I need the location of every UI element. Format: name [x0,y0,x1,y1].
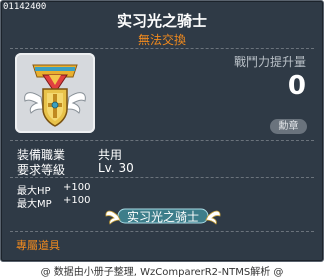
item-name: 实习光之骑士 [116,12,207,30]
requirement-label: 装備職業 [17,148,66,162]
credit-footer: @ 数据由小册子整理, WzComparerR2-NTMS解析 @ [40,267,284,278]
medal-tag-text: 实习光之骑士 [126,210,199,224]
divider [10,140,314,141]
stat-value: +100 [63,182,91,193]
stat-value: +100 [63,195,91,206]
requirement-label: 要求等級 [17,163,66,177]
trade-restriction: 無法交換 [137,33,186,47]
divider [10,231,314,232]
exclusive-item-label: 專屬道具 [16,239,60,252]
combat-power-value: 0 [287,71,306,101]
requirement-row: 要求等級 Lv. 30 [17,161,134,178]
stat-label: 最大MP [17,199,52,210]
medal-name-tag: 实习光之骑士 [104,206,222,226]
combat-power-label: 戰鬥力提升量 [233,55,306,69]
divider [10,177,314,178]
divider [10,48,314,49]
stat-row: 最大MP +100 [17,195,90,210]
requirement-value: Lv. 30 [98,161,134,175]
item-tooltip: 01142400 实习光之骑士 無法交換 戰鬥力提升量 0 勳章 装備職業 共用… [0,0,324,262]
knight-medal-icon [24,64,86,127]
medal-button[interactable]: 勳章 [270,119,307,134]
item-icon-frame [15,53,95,133]
